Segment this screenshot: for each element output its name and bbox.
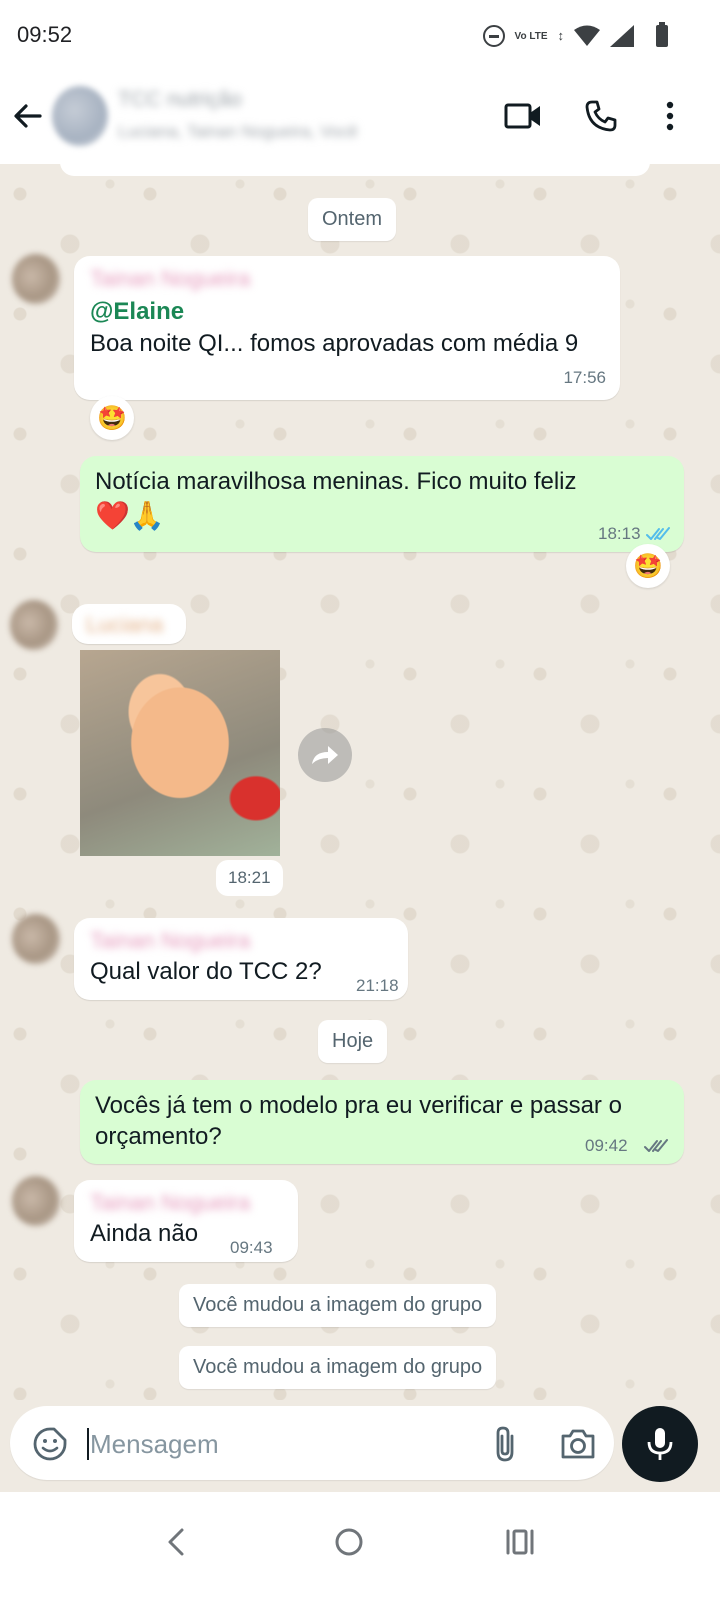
system-message: Você mudou a imagem do grupo [179,1346,497,1389]
back-button[interactable] [10,98,46,134]
incoming-message[interactable]: Tainan Nogueira @Elaine Boa noite QI... … [74,256,620,400]
video-call-button[interactable] [503,96,543,136]
camera-button[interactable] [558,1424,598,1464]
forward-icon [312,746,338,764]
message-time: 09:42 [585,1136,628,1155]
message-sender[interactable]: Tainan Nogueira [90,266,250,292]
date-chip-today: Hoje [318,1020,388,1063]
voice-call-button[interactable] [581,96,621,136]
incoming-message[interactable]: Tainan Nogueira Ainda não 09:43 [74,1180,298,1262]
nav-home-button[interactable] [329,1522,369,1562]
outgoing-message[interactable]: Notícia maravilhosa meninas. Fico muito … [80,456,684,552]
outgoing-message[interactable]: Vocês já tem o modelo pra eu verificar e… [80,1080,684,1164]
message-time: 18:13 [598,524,641,543]
group-members[interactable]: Luciana, Tainan Nogueira, Você [118,122,408,142]
recents-icon [506,1529,534,1555]
date-chip-yesterday: Ontem [308,198,397,241]
arrow-left-icon [14,104,42,128]
volte-label: Vo LTE [514,30,548,42]
nav-back-button[interactable] [156,1522,196,1562]
previous-message-bubble [60,164,650,176]
data-arrows-icon: ↕ [557,28,565,43]
message-sender[interactable]: Tainan Nogueira [90,928,250,954]
message-input-container[interactable] [10,1406,614,1480]
status-bar: 09:52 Vo LTE ↕ [0,0,720,72]
message-reaction[interactable]: 🤩 [626,544,670,588]
video-call-icon [504,103,540,129]
cat-sticker[interactable] [80,650,280,856]
message-text: Ainda não [90,1220,199,1247]
avatar[interactable] [10,600,58,650]
avatar[interactable] [12,914,60,964]
attach-button[interactable] [486,1424,526,1464]
message-sender[interactable]: Tainan Nogueira [90,1190,250,1216]
wifi-icon [574,25,600,46]
message-text: Notícia maravilhosa meninas. Fico muito … [95,468,577,495]
home-circle-icon [335,1528,363,1556]
message-time: 17:56 [563,368,606,387]
avatar[interactable] [12,1176,60,1226]
group-avatar[interactable] [52,86,108,146]
voice-message-button[interactable] [622,1406,698,1482]
system-navigation-bar [0,1492,720,1600]
message-time: 18:21 [216,860,283,896]
emoji-button[interactable] [32,1426,68,1462]
message-mention[interactable]: @Elaine [90,296,184,327]
do-not-disturb-icon [482,25,505,47]
sticker-sender-chip[interactable]: Luciana [72,604,186,644]
more-options-button[interactable] [650,96,690,136]
battery-icon [656,22,668,47]
incoming-message[interactable]: Tainan Nogueira Qual valor do TCC 2? 21:… [74,918,408,1000]
message-time: 21:18 [356,976,399,995]
status-time: 09:52 [17,22,73,47]
chevron-left-icon [168,1528,184,1556]
system-message: Você mudou a imagem do grupo [179,1284,497,1327]
composer-bar [0,1400,720,1492]
phone-icon [585,100,617,132]
message-sender[interactable]: Luciana [86,612,163,638]
message-time: 09:43 [230,1238,273,1257]
delivered-ticks-icon [644,1139,668,1152]
microphone-icon [647,1428,673,1460]
paperclip-icon [496,1426,514,1462]
forward-button[interactable] [298,728,352,782]
group-name[interactable]: TCC nutrição [118,88,298,112]
message-text: Boa noite QI... fomos aprovadas com médi… [90,330,579,357]
message-reaction[interactable]: 🤩 [90,396,134,440]
signal-icon [610,25,634,47]
read-ticks-icon [646,527,670,540]
message-emojis: ❤️🙏 [95,500,165,531]
message-input[interactable] [90,1424,470,1464]
message-text: Qual valor do TCC 2? [90,958,322,985]
text-caret [87,1428,89,1460]
chat-header: TCC nutrição Luciana, Tainan Nogueira, V… [0,72,720,164]
camera-icon [561,1429,595,1459]
status-icons: Vo LTE ↕ [482,20,668,52]
more-vert-icon [666,101,674,131]
avatar[interactable] [12,254,60,304]
chat-area[interactable]: Ontem Tainan Nogueira @Elaine Boa noite … [0,164,720,1400]
nav-recents-button[interactable] [500,1522,540,1562]
sticker-smile-icon [33,1427,67,1461]
